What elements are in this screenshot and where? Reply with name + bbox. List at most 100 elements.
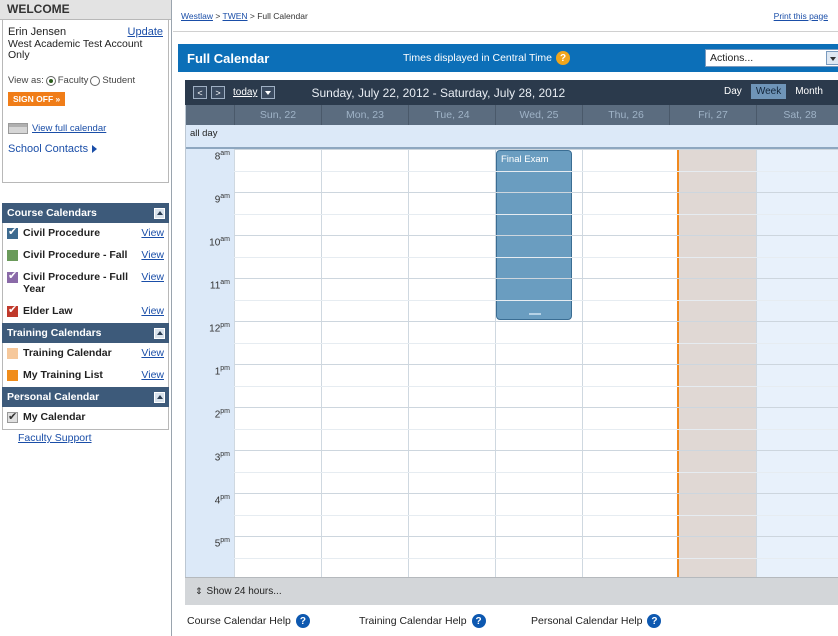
actions-dropdown[interactable]: Actions...: [705, 49, 838, 67]
view-full-calendar[interactable]: View full calendar: [8, 123, 163, 134]
calendar-item[interactable]: My Training List View: [3, 365, 168, 387]
page-title: Full Calendar: [187, 50, 270, 66]
hour-line: [234, 192, 838, 193]
collapse-icon[interactable]: [154, 207, 165, 219]
view-link[interactable]: View: [141, 369, 164, 381]
hour-line: [234, 493, 838, 494]
chevron-down-icon[interactable]: [826, 51, 838, 65]
prev-week-button[interactable]: <: [193, 86, 207, 99]
hour-label: 1pm: [214, 365, 230, 378]
hour-label: 2pm: [214, 408, 230, 421]
school-contacts[interactable]: School Contacts: [8, 143, 163, 155]
hour-label: 3pm: [214, 451, 230, 464]
faculty-support-link[interactable]: Faculty Support: [18, 432, 92, 444]
print-link[interactable]: Print this page: [774, 11, 828, 21]
calendar-item[interactable]: ✔ My Calendar: [3, 407, 168, 429]
student-radio[interactable]: [90, 75, 101, 86]
half-hour-line: [234, 429, 838, 430]
day-header: Sat, 28: [756, 105, 838, 125]
actions-value: Actions...: [710, 52, 754, 64]
today-button[interactable]: today: [233, 87, 257, 98]
breadcrumb-twen[interactable]: TWEN: [223, 11, 248, 21]
calendar-item[interactable]: Civil Procedure View: [3, 223, 168, 245]
collapse-icon[interactable]: [154, 391, 165, 403]
day-header: Wed, 25: [495, 105, 582, 125]
calendar-item[interactable]: Training Calendar View: [3, 343, 168, 365]
timezone-note: Times displayed in Central Time ?: [403, 51, 570, 65]
personal-calendar-help[interactable]: Personal Calendar Help ?: [531, 614, 703, 628]
week-grid: Sun, 22 Mon, 23 Tue, 24 Wed, 25 Thu, 26 …: [185, 105, 838, 577]
day-header-row: Sun, 22 Mon, 23 Tue, 24 Wed, 25 Thu, 26 …: [186, 105, 838, 125]
arrow-right-icon: [92, 145, 98, 153]
breadcrumb-westlaw[interactable]: Westlaw: [181, 11, 213, 21]
view-link[interactable]: View: [141, 271, 164, 283]
collapse-icon[interactable]: [154, 327, 165, 339]
month-view-button[interactable]: Month: [790, 84, 828, 99]
calendar-item-label: My Calendar: [23, 411, 86, 423]
sign-off-button[interactable]: SIGN OFF »: [8, 92, 66, 106]
hour-line: [234, 149, 838, 150]
half-hour-line: [234, 257, 838, 258]
training-calendars-header: Training Calendars: [2, 323, 169, 343]
checkbox-icon[interactable]: [7, 303, 18, 317]
resize-handle[interactable]: [529, 313, 541, 315]
half-hour-line: [234, 171, 838, 172]
checkbox-icon[interactable]: ✔: [7, 410, 18, 423]
day-view-button[interactable]: Day: [719, 84, 747, 99]
calendar-item-label: Training Calendar: [23, 347, 112, 359]
view-link[interactable]: View: [141, 347, 164, 359]
show-24-hours-button[interactable]: ⇕ Show 24 hours...: [185, 577, 838, 605]
hour-line: [234, 536, 838, 537]
faculty-radio[interactable]: [45, 75, 56, 86]
help-footer: Course Calendar Help ? Training Calendar…: [187, 614, 703, 628]
training-calendar-list: Training Calendar View My Training List …: [2, 343, 169, 387]
calendar-navbar: < > today Sunday, July 22, 2012 - Saturd…: [185, 80, 838, 105]
training-calendar-help[interactable]: Training Calendar Help ?: [359, 614, 531, 628]
hour-line: [234, 450, 838, 451]
sidebar: WELCOME Erin Jensen Update West Academic…: [0, 0, 172, 636]
view-link[interactable]: View: [141, 249, 164, 261]
faculty-radio-label: Faculty: [57, 75, 89, 86]
view-full-calendar-link[interactable]: View full calendar: [32, 123, 106, 134]
personal-calendar-list: ✔ My Calendar: [2, 407, 169, 430]
hour-label: 9am: [214, 193, 230, 206]
hour-label: 4pm: [214, 494, 230, 507]
personal-calendar-header: Personal Calendar: [2, 387, 169, 407]
course-calendar-help[interactable]: Course Calendar Help ?: [187, 614, 359, 628]
half-hour-line: [234, 558, 838, 559]
view-link[interactable]: View: [141, 305, 164, 317]
all-day-row[interactable]: all day: [186, 125, 838, 149]
calendar-item[interactable]: Elder Law View: [3, 301, 168, 323]
calendar-item[interactable]: Civil Procedure - Fall View: [3, 245, 168, 267]
checkbox-icon[interactable]: [7, 370, 18, 381]
hour-label: 8am: [214, 150, 230, 163]
date-range: Sunday, July 22, 2012 - Saturday, July 2…: [311, 85, 566, 100]
checkbox-icon[interactable]: [7, 269, 18, 283]
update-link[interactable]: Update: [128, 26, 163, 38]
help-icon[interactable]: ?: [647, 614, 662, 628]
week-view-button[interactable]: Week: [750, 84, 787, 99]
expand-icon: ⇕: [195, 586, 203, 597]
help-icon[interactable]: ?: [556, 51, 570, 65]
course-calendars-header: Course Calendars: [2, 203, 169, 223]
half-hour-line: [234, 472, 838, 473]
hour-label: 5pm: [214, 537, 230, 550]
calendar-item-label: My Training List: [23, 369, 103, 381]
half-hour-line: [234, 300, 838, 301]
help-icon[interactable]: ?: [471, 614, 486, 628]
checkbox-icon[interactable]: [7, 348, 18, 359]
help-icon[interactable]: ?: [295, 614, 310, 628]
hour-label: 11am: [209, 279, 230, 292]
checkbox-icon[interactable]: [7, 250, 18, 261]
next-week-button[interactable]: >: [211, 86, 225, 99]
view-as-label: View as:: [8, 75, 44, 86]
training-help-label: Training Calendar Help: [359, 615, 467, 627]
view-link[interactable]: View: [141, 227, 164, 239]
day-header: Thu, 26: [582, 105, 669, 125]
student-radio-label: Student: [102, 75, 136, 86]
calendar-item[interactable]: Civil Procedure - Full Year View: [3, 267, 168, 301]
chevron-down-icon[interactable]: [261, 86, 276, 99]
time-column: [186, 149, 234, 577]
checkbox-icon[interactable]: [7, 225, 18, 239]
half-hour-line: [234, 214, 838, 215]
